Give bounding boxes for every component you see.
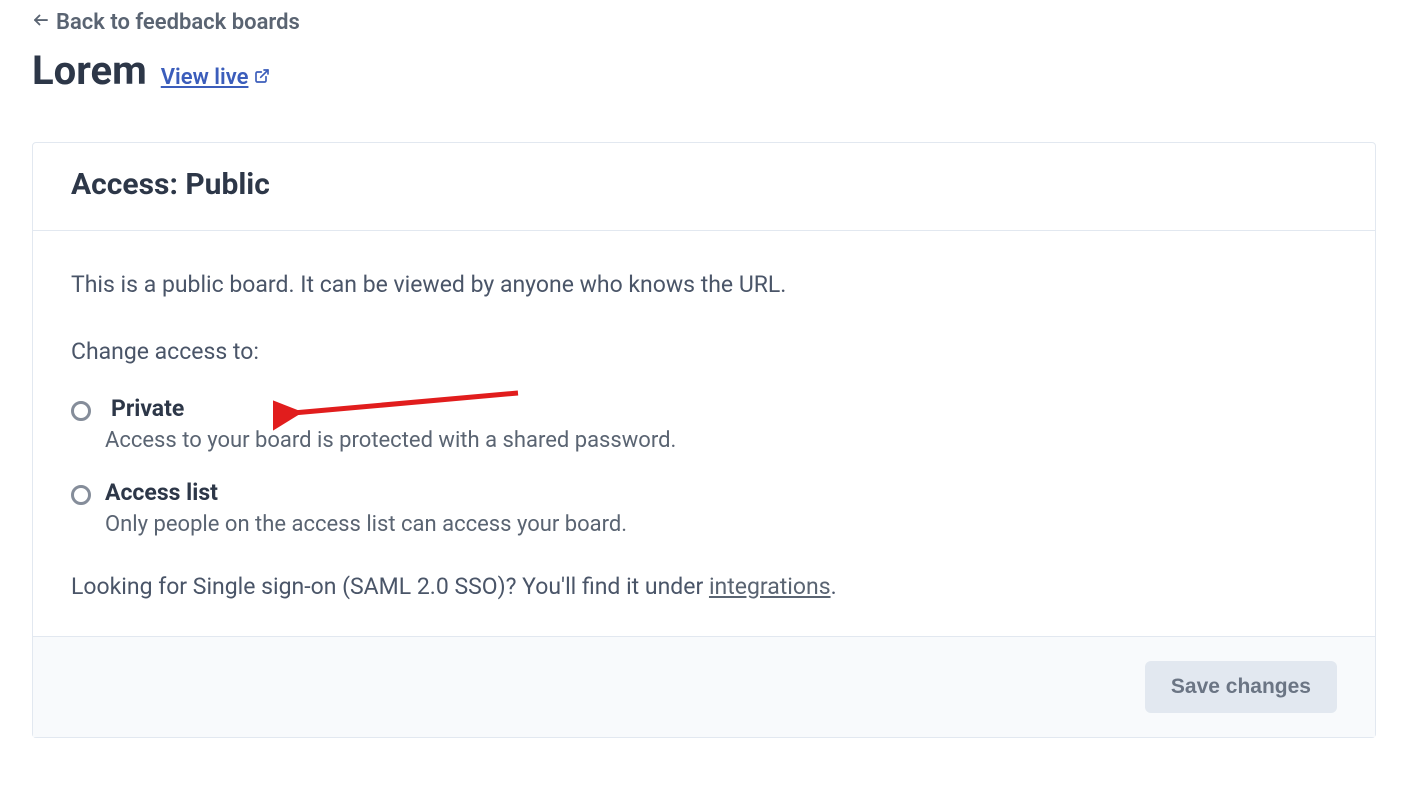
radio-access-list-label: Access list <box>105 479 1337 506</box>
radio-access-list-description: Only people on the access list can acces… <box>105 512 1337 537</box>
access-card: Access: Public This is a public board. I… <box>32 142 1376 738</box>
sso-text: Looking for Single sign-on (SAML 2.0 SSO… <box>71 573 1337 600</box>
card-header: Access: Public <box>33 143 1375 231</box>
radio-private-label: Private <box>111 395 1337 422</box>
radio-option-access-list[interactable]: Access list Only people on the access li… <box>71 479 1337 537</box>
access-description: This is a public board. It can be viewed… <box>71 271 1337 298</box>
card-footer: Save changes <box>33 636 1375 737</box>
arrow-left-icon <box>32 10 50 35</box>
change-access-label: Change access to: <box>71 338 1337 365</box>
card-body: This is a public board. It can be viewed… <box>33 231 1375 636</box>
radio-content: Access list Only people on the access li… <box>105 479 1337 537</box>
radio-private-description: Access to your board is protected with a… <box>105 428 1337 453</box>
integrations-link[interactable]: integrations <box>709 573 831 600</box>
view-live-link[interactable]: View live <box>161 65 271 90</box>
radio-option-private[interactable]: Private Access to your board is protecte… <box>71 395 1337 453</box>
back-to-boards-link[interactable]: Back to feedback boards <box>32 10 300 35</box>
back-link-label: Back to feedback boards <box>56 10 300 35</box>
card-title: Access: Public <box>71 167 1337 202</box>
radio-circle-icon[interactable] <box>71 401 91 421</box>
view-live-label: View live <box>161 65 249 90</box>
board-title: Lorem <box>32 47 147 94</box>
external-link-icon <box>254 65 270 90</box>
title-row: Lorem View live <box>32 47 1376 94</box>
sso-suffix: . <box>831 573 837 600</box>
save-changes-button[interactable]: Save changes <box>1145 661 1337 713</box>
radio-circle-icon[interactable] <box>71 485 91 505</box>
radio-content: Private Access to your board is protecte… <box>105 395 1337 453</box>
sso-prefix: Looking for Single sign-on (SAML 2.0 SSO… <box>71 573 709 600</box>
